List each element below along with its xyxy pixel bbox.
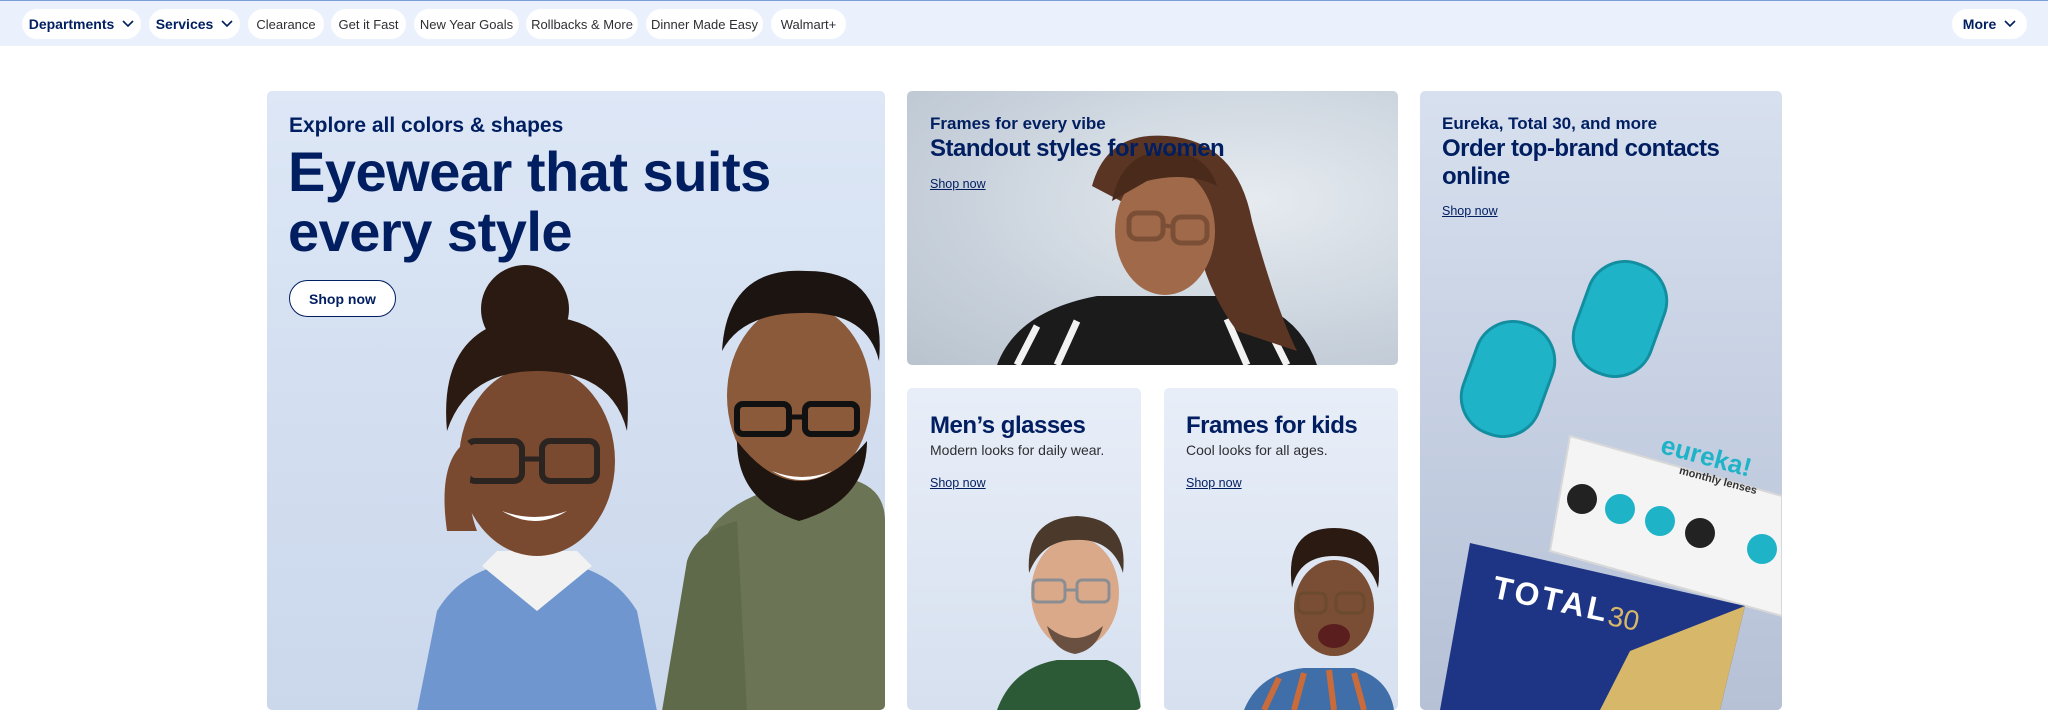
- kids-title: Frames for kids: [1186, 412, 1358, 439]
- departments-label: Departments: [28, 16, 115, 32]
- women-shop-now-link[interactable]: Shop now: [930, 177, 986, 191]
- departments-button[interactable]: Departments: [22, 9, 141, 39]
- kids-frames-card[interactable]: Frames for kids Cool looks for all ages.…: [1164, 388, 1398, 710]
- women-frames-card[interactable]: Frames for every vibe Standout styles fo…: [907, 91, 1398, 365]
- hero-eyebrow: Explore all colors & shapes: [289, 114, 564, 137]
- contacts-card[interactable]: eureka! monthly lenses TOTAL 30 Eureka, …: [1420, 91, 1782, 710]
- chevron-down-icon: [2004, 20, 2016, 28]
- nav-link-rollbacks[interactable]: Rollbacks & More: [526, 9, 638, 39]
- services-button[interactable]: Services: [149, 9, 240, 39]
- nav-link-get-it-fast[interactable]: Get it Fast: [331, 9, 406, 39]
- chevron-down-icon: [221, 20, 233, 28]
- hero-eyewear-card[interactable]: Explore all colors & shapes Eyewear that…: [267, 91, 885, 710]
- nav-link-clearance[interactable]: Clearance: [248, 9, 324, 39]
- men-shop-now-link[interactable]: Shop now: [930, 476, 986, 490]
- contacts-title-line1: Order top-brand contacts: [1442, 135, 1720, 162]
- contacts-eyebrow: Eureka, Total 30, and more: [1442, 114, 1658, 133]
- women-eyebrow: Frames for every vibe: [930, 114, 1106, 133]
- nav-link-walmart-plus[interactable]: Walmart+: [771, 9, 846, 39]
- services-label: Services: [155, 16, 214, 32]
- hero-title-line1: Eyewear that suits: [288, 140, 771, 203]
- nav-link-dinner-made-easy[interactable]: Dinner Made Easy: [646, 9, 763, 39]
- men-subtitle: Modern looks for daily wear.: [930, 442, 1105, 458]
- contacts-title-line2: online: [1442, 163, 1510, 190]
- more-button[interactable]: More: [1952, 9, 2027, 39]
- secondary-nav: Departments Services Clearance Get it Fa…: [0, 1, 2048, 46]
- nav-link-new-year-goals[interactable]: New Year Goals: [414, 9, 519, 39]
- kids-subtitle: Cool looks for all ages.: [1186, 442, 1328, 458]
- total-number: 30: [1605, 600, 1643, 637]
- more-label: More: [1962, 16, 1997, 32]
- men-title: Men’s glasses: [930, 412, 1086, 439]
- kids-shop-now-link[interactable]: Shop now: [1186, 476, 1242, 490]
- chevron-down-icon: [122, 20, 134, 28]
- women-title: Standout styles for women: [930, 135, 1225, 162]
- hero-shop-now-button[interactable]: Shop now: [289, 280, 396, 317]
- contacts-shop-now-link[interactable]: Shop now: [1442, 204, 1498, 218]
- men-glasses-card[interactable]: Men’s glasses Modern looks for daily wea…: [907, 388, 1141, 710]
- hero-title-line2: every style: [288, 200, 573, 263]
